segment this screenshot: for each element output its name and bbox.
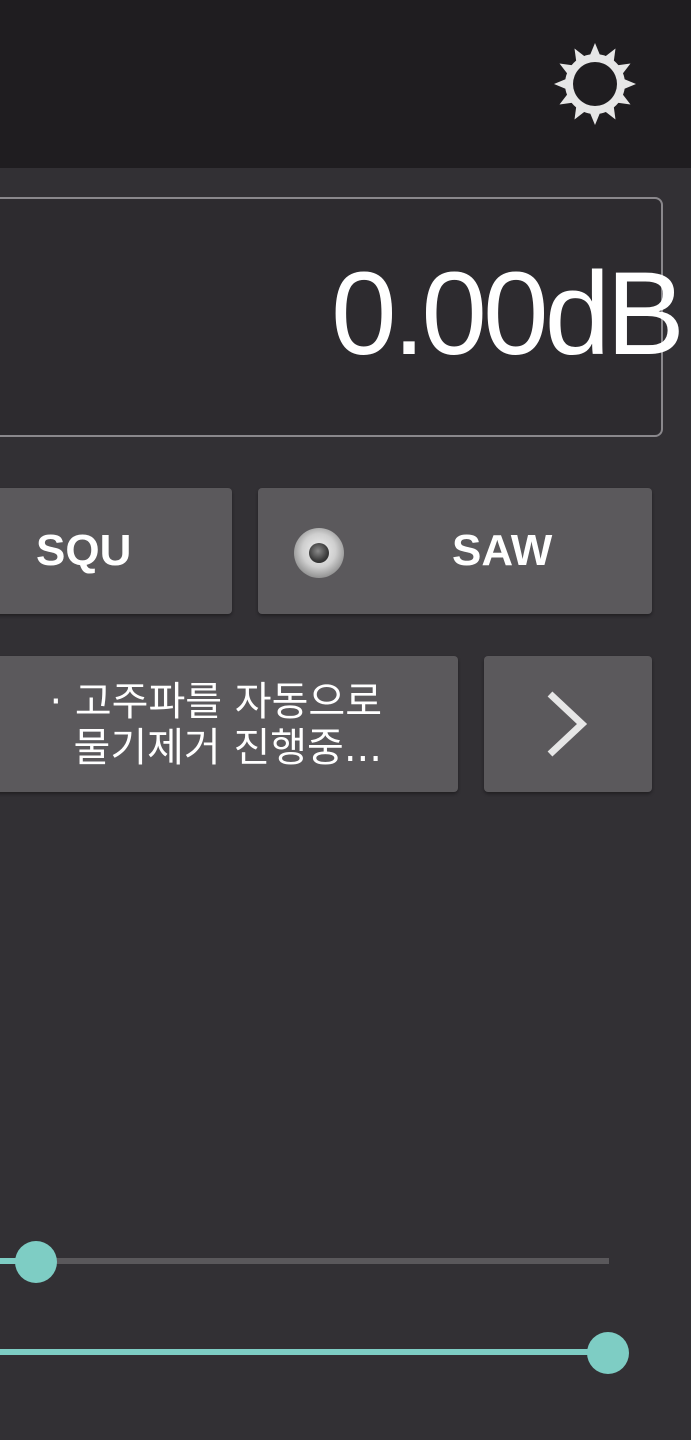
- status-line-2: 물기제거 진행중...: [73, 725, 382, 771]
- radio-selected-icon: [294, 528, 344, 578]
- slider-2-thumb[interactable]: [587, 1332, 629, 1374]
- gear-icon[interactable]: [553, 42, 637, 126]
- waveform-saw-label: SAW: [452, 526, 553, 575]
- slider-1-track[interactable]: [0, 1258, 609, 1264]
- status-message-box: · 고주파를 자동으로 물기제거 진행중...: [0, 656, 458, 792]
- top-app-bar: [0, 0, 691, 168]
- waveform-squ-label: SQU: [36, 526, 132, 575]
- app-screen: 0.00dB SQU SAW · 고주파를 자동으로 물기제거 진행중...: [0, 0, 691, 1440]
- waveform-saw-button[interactable]: SAW: [258, 488, 652, 614]
- slider-1-thumb[interactable]: [15, 1241, 57, 1283]
- next-button[interactable]: [484, 656, 652, 792]
- slider-2-track[interactable]: [0, 1349, 608, 1355]
- level-value: 0.00dB: [331, 248, 685, 380]
- status-line-1: · 고주파를 자동으로: [49, 679, 382, 725]
- chevron-right-icon: [547, 691, 588, 757]
- waveform-squ-button[interactable]: SQU: [0, 488, 232, 614]
